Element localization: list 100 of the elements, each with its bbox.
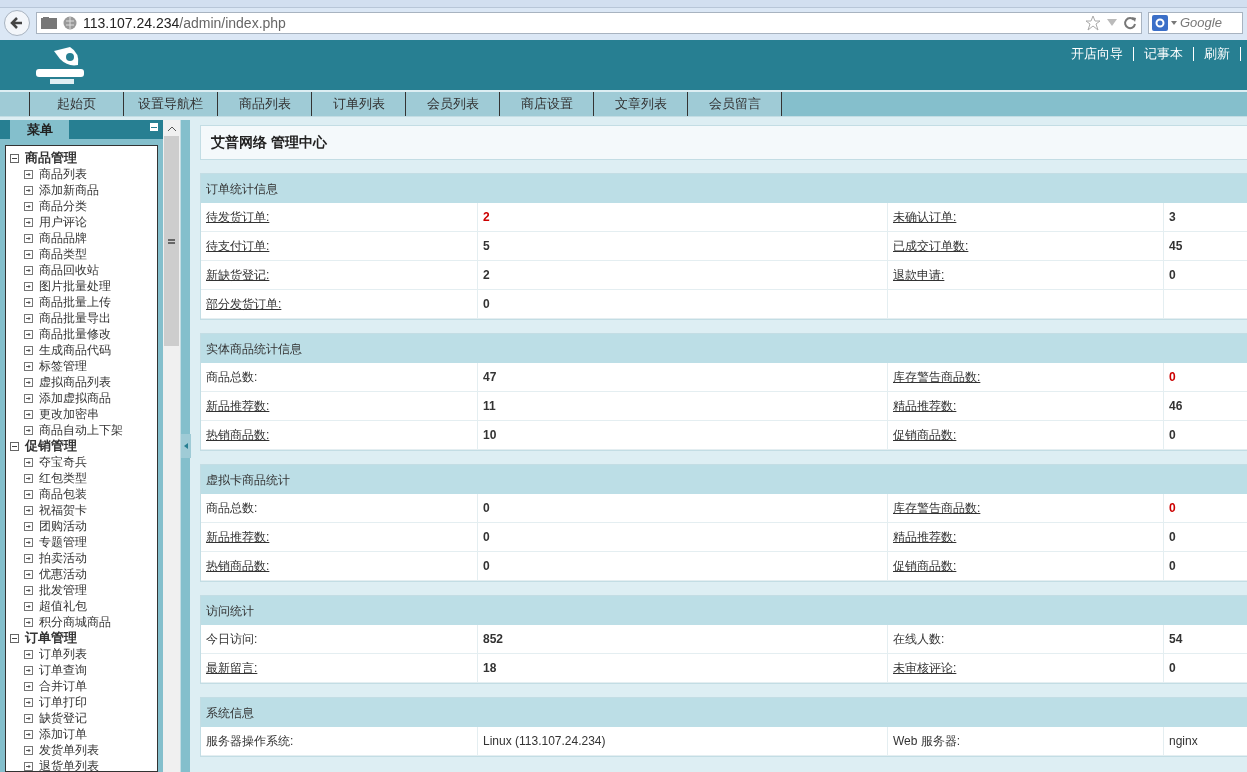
menu-group[interactable]: 商品管理 bbox=[25, 148, 77, 168]
menu-tab[interactable]: 菜单 bbox=[10, 120, 69, 139]
stat-link[interactable]: 热销商品数: bbox=[201, 421, 478, 450]
menu-item[interactable]: 商品包装 bbox=[39, 485, 87, 503]
menu-item[interactable]: 积分商城商品 bbox=[39, 613, 111, 631]
stat-value: 0 bbox=[478, 552, 888, 581]
nav-tab[interactable]: 起始页 bbox=[30, 92, 124, 116]
stat-link[interactable]: 已成交订单数: bbox=[888, 232, 1164, 261]
collapse-sidebar-icon[interactable] bbox=[181, 434, 191, 458]
menu-item[interactable]: 添加订单 bbox=[39, 725, 87, 743]
star-icon[interactable] bbox=[1085, 15, 1101, 31]
nav-tab[interactable]: 商店设置 bbox=[500, 92, 594, 116]
menu-item[interactable]: 红包类型 bbox=[39, 469, 87, 487]
header-link[interactable]: 开店向导 bbox=[1061, 44, 1133, 64]
menu-item[interactable]: 图片批量处理 bbox=[39, 277, 111, 295]
arrow-box-icon bbox=[24, 713, 33, 723]
stat-link[interactable]: 最新留言: bbox=[201, 654, 478, 683]
reload-icon[interactable] bbox=[1123, 16, 1137, 30]
menu-item[interactable]: 合并订单 bbox=[39, 677, 87, 695]
menu-item[interactable]: 添加新商品 bbox=[39, 181, 99, 199]
nav-tab[interactable]: 会员列表 bbox=[406, 92, 500, 116]
arrow-box-icon bbox=[24, 249, 33, 259]
menu-item[interactable]: 团购活动 bbox=[39, 517, 87, 535]
arrow-box-icon bbox=[24, 313, 33, 323]
stat-link[interactable]: 促销商品数: bbox=[888, 421, 1164, 450]
nav-tab[interactable]: 订单列表 bbox=[312, 92, 406, 116]
stat-link[interactable]: 待发货订单: bbox=[201, 203, 478, 232]
menu-item[interactable]: 商品自动上下架 bbox=[39, 421, 123, 439]
menu-item[interactable]: 批发管理 bbox=[39, 581, 87, 599]
nav-tab[interactable]: 会员留言 bbox=[688, 92, 782, 116]
arrow-box-icon bbox=[24, 393, 33, 403]
arrow-box-icon bbox=[24, 233, 33, 243]
nav-tab[interactable]: 文章列表 bbox=[594, 92, 688, 116]
nav-tab[interactable]: 商品列表 bbox=[218, 92, 312, 116]
stat-value: 5 bbox=[478, 232, 888, 261]
back-arrow-icon bbox=[10, 16, 24, 30]
menu-item[interactable]: 商品列表 bbox=[39, 165, 87, 183]
stat-link[interactable]: 待支付订单: bbox=[201, 232, 478, 261]
menu-item[interactable]: 更改加密串 bbox=[39, 405, 99, 423]
address-bar[interactable]: 113.107.24.234/admin/index.php bbox=[36, 12, 1142, 34]
stat-value: 0 bbox=[478, 523, 888, 552]
menu-item[interactable]: 订单查询 bbox=[39, 661, 87, 679]
header-link[interactable]: 刷新 bbox=[1194, 44, 1240, 64]
stat-link[interactable]: 促销商品数: bbox=[888, 552, 1164, 581]
collapse-icon[interactable] bbox=[10, 153, 19, 163]
stat-link[interactable]: 部分发货订单: bbox=[201, 290, 478, 319]
menu-item[interactable]: 商品分类 bbox=[39, 197, 87, 215]
menu-item[interactable]: 商品批量修改 bbox=[39, 325, 111, 343]
menu-item[interactable]: 标签管理 bbox=[39, 357, 87, 375]
stat-link[interactable]: 新品推荐数: bbox=[201, 523, 478, 552]
stat-value: 0 bbox=[1164, 494, 1247, 523]
stat-link[interactable]: 新缺货登记: bbox=[201, 261, 478, 290]
menu-item[interactable]: 发货单列表 bbox=[39, 741, 99, 759]
menu-group[interactable]: 订单管理 bbox=[25, 628, 77, 648]
menu-item[interactable]: 商品批量上传 bbox=[39, 293, 111, 311]
stat-link[interactable]: 退款申请: bbox=[888, 261, 1164, 290]
stat-value: 0 bbox=[1164, 523, 1247, 552]
menu-item[interactable]: 订单打印 bbox=[39, 693, 87, 711]
menu-item[interactable]: 商品类型 bbox=[39, 245, 87, 263]
menu-item[interactable]: 优惠活动 bbox=[39, 565, 87, 583]
menu-item[interactable]: 专题管理 bbox=[39, 533, 87, 551]
header-link[interactable]: 记事本 bbox=[1134, 44, 1193, 64]
collapse-icon[interactable] bbox=[150, 123, 158, 131]
back-button[interactable] bbox=[4, 10, 30, 36]
stat-link[interactable]: 库存警告商品数: bbox=[888, 494, 1164, 523]
menu-item[interactable]: 虚拟商品列表 bbox=[39, 373, 111, 391]
menu-item[interactable]: 缺货登记 bbox=[39, 709, 87, 727]
stat-link[interactable]: 精品推荐数: bbox=[888, 392, 1164, 421]
menu-item[interactable]: 祝福贺卡 bbox=[39, 501, 87, 519]
section-header: 访问统计 bbox=[201, 596, 1247, 625]
stat-link[interactable]: 未审核评论: bbox=[888, 654, 1164, 683]
menu-group[interactable]: 促销管理 bbox=[25, 436, 77, 456]
stat-link[interactable]: 未确认订单: bbox=[888, 203, 1164, 232]
menu-item[interactable]: 商品批量导出 bbox=[39, 309, 111, 327]
search-field[interactable]: Google bbox=[1148, 12, 1243, 34]
collapse-icon[interactable] bbox=[10, 441, 19, 451]
menu-item[interactable]: 订单列表 bbox=[39, 645, 87, 663]
stat-value: 0 bbox=[1164, 654, 1247, 683]
menu-item[interactable]: 商品回收站 bbox=[39, 261, 99, 279]
collapse-icon[interactable] bbox=[10, 633, 19, 643]
menu-item[interactable]: 夺宝奇兵 bbox=[39, 453, 87, 471]
stat-value: 46 bbox=[1164, 392, 1247, 421]
stat-link[interactable]: 热销商品数: bbox=[201, 552, 478, 581]
menu-item[interactable]: 拍卖活动 bbox=[39, 549, 87, 567]
scrollbar[interactable] bbox=[163, 120, 180, 772]
arrow-box-icon bbox=[24, 601, 33, 611]
search-input[interactable]: Google bbox=[1180, 13, 1238, 33]
menu-item[interactable]: 生成商品代码 bbox=[39, 341, 111, 359]
stat-link[interactable]: 新品推荐数: bbox=[201, 392, 478, 421]
menu-item[interactable]: 商品品牌 bbox=[39, 229, 87, 247]
nav-tab[interactable]: 设置导航栏 bbox=[124, 92, 218, 116]
scroll-up-icon[interactable] bbox=[167, 125, 176, 131]
stat-link[interactable]: 库存警告商品数: bbox=[888, 363, 1164, 392]
stat-label: 服务器操作系统: bbox=[201, 727, 478, 756]
stat-value: 852 bbox=[478, 625, 888, 654]
menu-item[interactable]: 超值礼包 bbox=[39, 597, 87, 615]
menu-item[interactable]: 用户评论 bbox=[39, 213, 87, 231]
stat-link[interactable]: 精品推荐数: bbox=[888, 523, 1164, 552]
dropdown-icon[interactable] bbox=[1171, 21, 1177, 25]
menu-item[interactable]: 添加虚拟商品 bbox=[39, 389, 111, 407]
